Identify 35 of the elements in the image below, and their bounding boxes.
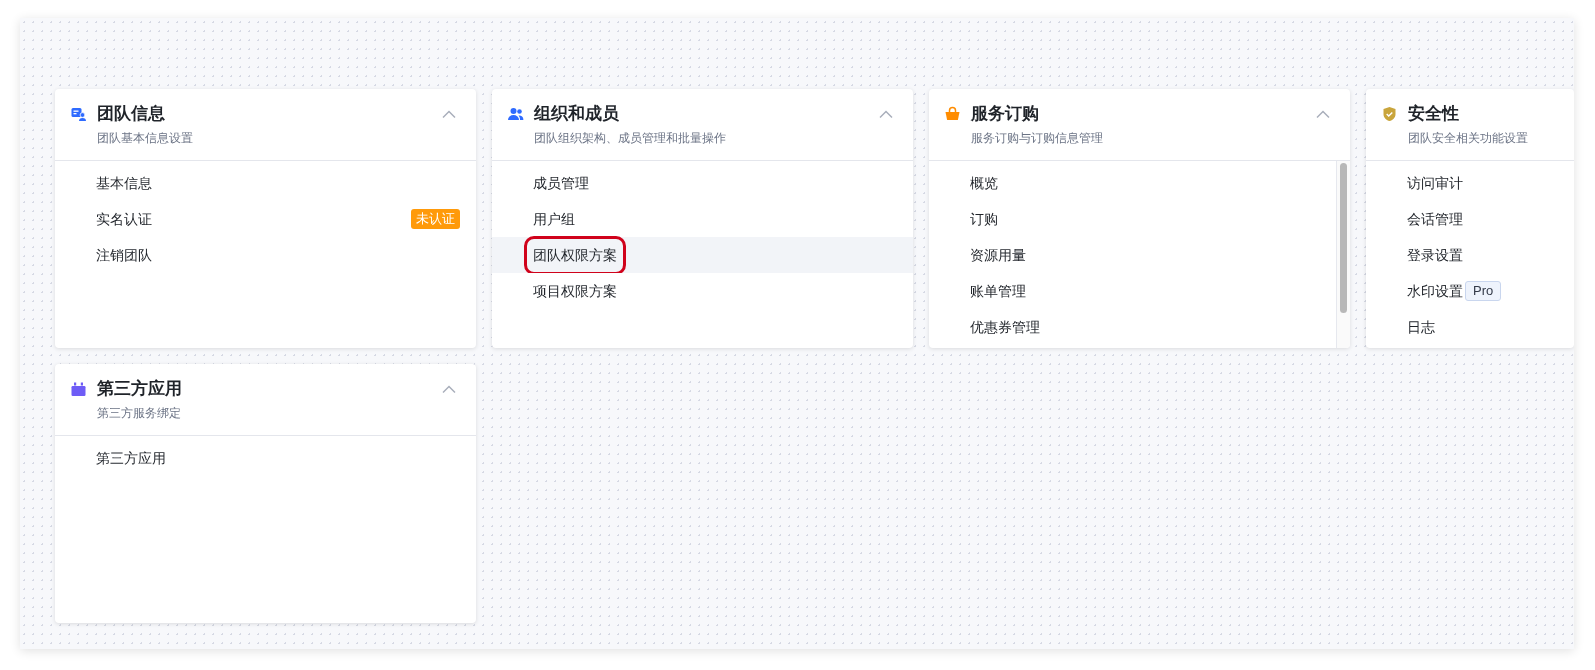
collapse-chevron-icon[interactable] bbox=[442, 385, 456, 394]
card-title: 第三方应用 bbox=[97, 378, 182, 400]
scrollbar[interactable] bbox=[1336, 161, 1350, 348]
menu-item[interactable]: 项目权限方案 bbox=[492, 273, 913, 309]
card-subtitle: 服务订购与订购信息管理 bbox=[971, 130, 1103, 146]
card-title: 团队信息 bbox=[97, 103, 166, 125]
menu-item[interactable]: 访问审计 bbox=[1366, 165, 1574, 201]
menu-item[interactable]: 团队权限方案 bbox=[492, 237, 913, 273]
card-title: 安全性 bbox=[1408, 103, 1460, 125]
card-subtitle: 团队安全相关功能设置 bbox=[1408, 130, 1528, 146]
menu-item[interactable]: 第三方应用 bbox=[55, 440, 476, 476]
menu-item[interactable]: 会话管理 bbox=[1366, 201, 1574, 237]
menu-item[interactable]: 成员管理 bbox=[492, 165, 913, 201]
id-card-icon bbox=[70, 106, 87, 122]
menu-item[interactable]: 用户组 bbox=[492, 201, 913, 237]
plugin-icon bbox=[70, 381, 87, 397]
card-subtitle: 团队组织架构、成员管理和批量操作 bbox=[534, 130, 726, 146]
collapse-chevron-icon[interactable] bbox=[1316, 110, 1330, 119]
card-title: 服务订购 bbox=[971, 103, 1040, 125]
menu-item[interactable]: 水印设置 Pro bbox=[1366, 273, 1574, 309]
menu-item[interactable]: 日志 bbox=[1366, 309, 1574, 345]
card-title: 组织和成员 bbox=[534, 103, 620, 125]
plan-badge: Pro bbox=[1465, 281, 1502, 301]
card-subtitle: 第三方服务绑定 bbox=[97, 405, 182, 421]
shield-icon bbox=[1381, 106, 1398, 122]
collapse-chevron-icon[interactable] bbox=[442, 110, 456, 119]
basket-icon bbox=[944, 106, 961, 122]
menu-item[interactable]: 实名认证 未认证 bbox=[55, 201, 476, 237]
menu-item[interactable]: 基本信息 bbox=[55, 165, 476, 201]
card-subtitle: 团队基本信息设置 bbox=[97, 130, 193, 146]
menu-item[interactable]: 登录设置 bbox=[1366, 237, 1574, 273]
menu-item[interactable]: 注销团队 bbox=[55, 237, 476, 273]
collapse-chevron-icon[interactable] bbox=[879, 110, 893, 119]
users-icon bbox=[507, 106, 524, 122]
status-badge: 未认证 bbox=[411, 209, 460, 229]
